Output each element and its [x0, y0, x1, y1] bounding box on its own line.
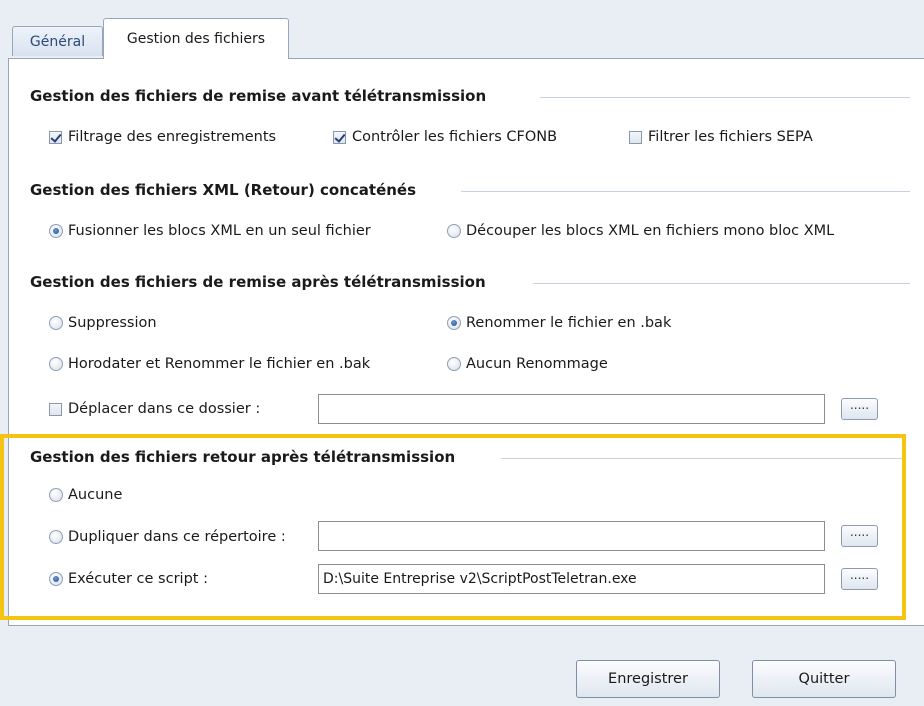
deplacer-label: Déplacer dans ce dossier : [68, 401, 261, 417]
deplacer-browse-button[interactable]: ..... [841, 398, 878, 420]
option-fusionner[interactable]: Fusionner les blocs XML en un seul fichi… [49, 223, 371, 239]
quit-button-label: Quitter [798, 671, 850, 687]
dupliquer-path-input[interactable] [318, 521, 825, 551]
aucun-renommage-label: Aucun Renommage [466, 356, 608, 372]
filtrer-sepa-label: Filtrer les fichiers SEPA [648, 129, 813, 145]
dupliquer-browse-button[interactable]: ..... [841, 525, 878, 547]
option-dupliquer[interactable]: Dupliquer dans ce répertoire : [49, 529, 286, 545]
section-divider [540, 97, 910, 98]
script-path-input[interactable]: D:\Suite Entreprise v2\ScriptPostTeletra… [318, 564, 825, 594]
section-title-retour: Gestion des fichiers retour après télétr… [30, 448, 456, 466]
script-browse-label: ..... [849, 568, 870, 582]
executer-script-label: Exécuter ce script : [68, 571, 208, 587]
tab-gestion-fichiers-label: Gestion des fichiers [126, 31, 266, 47]
section-title-xml: Gestion des fichiers XML (Retour) concat… [30, 181, 417, 199]
option-aucun-renommage[interactable]: Aucun Renommage [447, 356, 608, 372]
section-divider [461, 191, 910, 192]
section-title-avant: Gestion des fichiers de remise avant tél… [30, 87, 487, 105]
renommer-bak-label: Renommer le fichier en .bak [466, 315, 672, 331]
option-suppression[interactable]: Suppression [49, 315, 157, 331]
option-decouper[interactable]: Découper les blocs XML en fichiers mono … [447, 223, 834, 239]
horodater-label: Horodater et Renommer le fichier en .bak [68, 356, 371, 372]
section-divider [501, 458, 906, 459]
aucun-renommage-radio[interactable] [447, 357, 461, 371]
option-renommer-bak[interactable]: Renommer le fichier en .bak [447, 315, 671, 331]
option-aucune[interactable]: Aucune [49, 487, 122, 503]
save-button-label: Enregistrer [608, 671, 688, 687]
decouper-radio[interactable] [447, 224, 461, 238]
filtrer-sepa-checkbox[interactable] [629, 130, 642, 144]
filtrage-label: Filtrage des enregistrements [68, 129, 277, 145]
section-divider [533, 283, 910, 284]
option-executer-script[interactable]: Exécuter ce script : [49, 571, 208, 587]
option-filtrage[interactable]: Filtrage des enregistrements [49, 129, 276, 145]
dupliquer-browse-label: ..... [849, 525, 870, 539]
horodater-radio[interactable] [49, 357, 63, 371]
script-browse-button[interactable]: ..... [841, 568, 878, 590]
aucune-radio[interactable] [49, 488, 63, 502]
option-deplacer[interactable]: Déplacer dans ce dossier : [49, 401, 260, 417]
deplacer-browse-label: ..... [849, 398, 870, 412]
executer-script-radio[interactable] [49, 572, 63, 586]
aucune-label: Aucune [68, 487, 123, 503]
decouper-label: Découper les blocs XML en fichiers mono … [466, 223, 835, 239]
option-controler-cfonb[interactable]: Contrôler les fichiers CFONB [333, 129, 557, 145]
deplacer-path-input[interactable] [318, 394, 825, 424]
tab-general-label: Général [29, 33, 86, 50]
tab-gestion-fichiers[interactable]: Gestion des fichiers [103, 18, 289, 59]
option-filtrer-sepa[interactable]: Filtrer les fichiers SEPA [629, 129, 813, 145]
fusionner-radio[interactable] [49, 224, 63, 238]
fusionner-label: Fusionner les blocs XML en un seul fichi… [68, 223, 371, 239]
suppression-radio[interactable] [49, 316, 63, 330]
save-button[interactable]: Enregistrer [576, 660, 720, 698]
dupliquer-label: Dupliquer dans ce répertoire : [68, 529, 286, 545]
tab-general[interactable]: Général [12, 26, 103, 56]
controler-cfonb-label: Contrôler les fichiers CFONB [352, 129, 558, 145]
controler-cfonb-checkbox[interactable] [333, 130, 346, 144]
filtrage-checkbox[interactable] [49, 130, 62, 144]
section-title-apres: Gestion des fichiers de remise après tél… [30, 273, 486, 291]
renommer-bak-radio[interactable] [447, 316, 461, 330]
dupliquer-radio[interactable] [49, 530, 63, 544]
quit-button[interactable]: Quitter [752, 660, 896, 698]
option-horodater[interactable]: Horodater et Renommer le fichier en .bak [49, 356, 370, 372]
suppression-label: Suppression [68, 315, 157, 331]
tab-panel: Gestion des fichiers de remise avant tél… [8, 58, 924, 626]
deplacer-checkbox[interactable] [49, 402, 62, 416]
